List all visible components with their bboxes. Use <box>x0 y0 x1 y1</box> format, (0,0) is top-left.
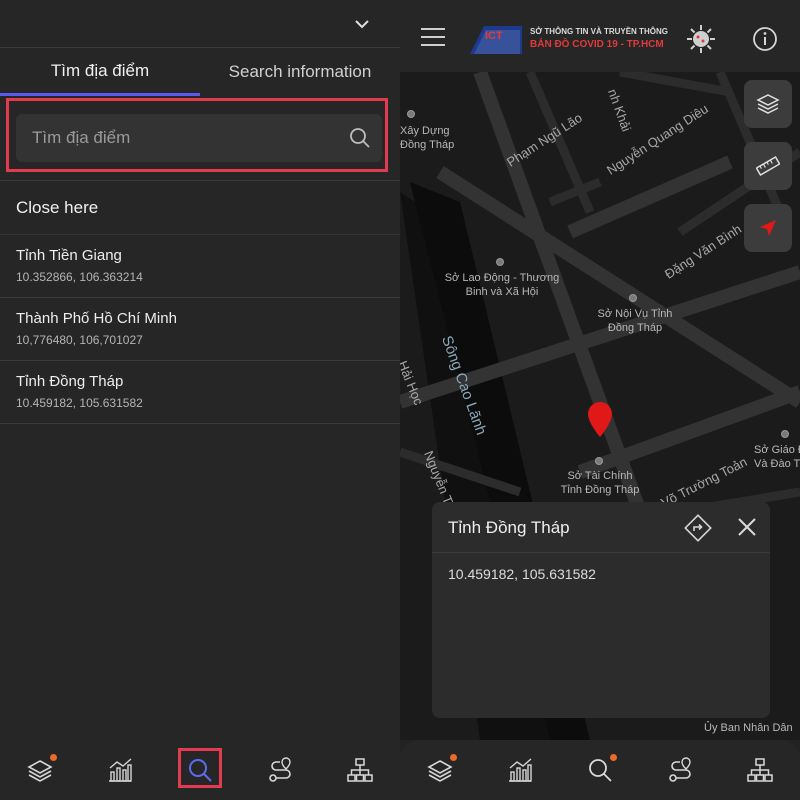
layers-icon <box>756 94 780 114</box>
nav-sitemap-button[interactable] <box>320 740 400 800</box>
nav-sitemap-button[interactable] <box>720 740 800 800</box>
search-tabs: Tìm địa điểm Search information <box>0 48 400 96</box>
search-icon[interactable] <box>348 126 372 150</box>
app-logo: ICT SỞ THÔNG TIN VÀ TRUYỀN THÔNG BẢN ĐỒ … <box>470 20 720 58</box>
location-name: Tỉnh Tiền Giang <box>16 247 122 264</box>
popup-title: Tỉnh Đồng Tháp <box>448 518 570 537</box>
layers-icon <box>27 760 53 782</box>
popup-coords: 10.459182, 105.631582 <box>448 566 596 582</box>
map-panel: ICT SỞ THÔNG TIN VÀ TRUYỀN THÔNG BẢN ĐỒ … <box>400 0 800 800</box>
map-view[interactable]: Xây Dựng Đồng Tháp Sở Lao Động - Thương … <box>400 72 800 740</box>
notification-dot <box>610 754 617 761</box>
poi-label: Xây Dựng Đồng Tháp <box>400 125 455 151</box>
map-layers-button[interactable] <box>744 80 792 128</box>
nav-route-button[interactable] <box>240 740 320 800</box>
info-icon[interactable] <box>752 26 778 52</box>
tab-search-information[interactable]: Search information <box>200 48 400 96</box>
map-measure-button[interactable] <box>744 142 792 190</box>
location-coords: 10.459182, 105.631582 <box>16 396 143 410</box>
chart-icon <box>109 758 132 782</box>
route-icon <box>669 757 691 782</box>
tab-find-place[interactable]: Tìm địa điểm <box>0 48 200 96</box>
hamburger-menu-icon[interactable] <box>420 26 446 48</box>
poi-label: Sở Nội Vụ Tỉnh Đồng Tháp <box>597 308 673 334</box>
popup-divider <box>432 552 770 553</box>
bottom-nav <box>400 740 800 800</box>
virus-icon <box>687 25 715 53</box>
location-pin-icon[interactable] <box>587 402 613 438</box>
route-icon <box>269 757 291 782</box>
search-nav-highlight-box <box>178 748 222 788</box>
panel-collapse-bar[interactable] <box>0 0 400 48</box>
location-name: Thành Phố Hồ Chí Minh <box>16 310 177 327</box>
logo-line-2: BẢN ĐỒ COVID 19 - TP.HCM <box>530 39 664 50</box>
map-locate-button[interactable] <box>744 204 792 252</box>
poi-label: Ủy Ban Nhân Dân <box>704 722 793 734</box>
poi-label: Sở Giáo Đ Và Đào T <box>754 444 800 470</box>
poi-label: Sở Tài Chính Tỉnh Đồng Tháp <box>560 470 640 496</box>
nav-layers-button[interactable] <box>400 740 480 800</box>
close-here-header: Close here <box>0 181 400 235</box>
logo-badge-text: ICT <box>485 30 503 42</box>
directions-icon[interactable] <box>684 514 712 542</box>
poi-marker <box>629 294 637 302</box>
notification-dot <box>50 754 57 761</box>
chart-icon <box>509 758 532 782</box>
search-box <box>16 114 382 162</box>
chevron-down-icon[interactable] <box>352 14 372 34</box>
location-name: Tỉnh Đồng Tháp <box>16 373 124 390</box>
navigation-arrow-icon <box>760 220 776 236</box>
app-header: ICT SỞ THÔNG TIN VÀ TRUYỀN THÔNG BẢN ĐỒ … <box>400 0 800 72</box>
poi-label: Sở Lao Động - Thương Binh và Xã Hội <box>444 272 560 298</box>
list-item[interactable]: Tỉnh Đồng Tháp 10.459182, 105.631582 <box>0 361 400 424</box>
list-item[interactable]: Tỉnh Tiền Giang 10.352866, 106.363214 <box>0 235 400 298</box>
notification-dot <box>450 754 457 761</box>
search-icon <box>589 759 612 782</box>
close-icon[interactable] <box>734 514 760 540</box>
poi-marker <box>781 430 789 438</box>
layers-icon <box>427 760 453 782</box>
nav-search-button[interactable] <box>560 740 640 800</box>
location-list: Close here Tỉnh Tiền Giang 10.352866, 10… <box>0 180 400 424</box>
location-coords: 10.352866, 106.363214 <box>16 270 143 284</box>
poi-marker <box>496 258 504 266</box>
nav-chart-button[interactable] <box>80 740 160 800</box>
location-coords: 10,776480, 106,701027 <box>16 333 143 347</box>
ruler-icon <box>756 156 780 176</box>
location-popup: Tỉnh Đồng Tháp 10.459182, 105.631582 <box>432 502 770 718</box>
nav-chart-button[interactable] <box>480 740 560 800</box>
poi-marker <box>595 457 603 465</box>
nav-layers-button[interactable] <box>0 740 80 800</box>
poi-marker <box>407 110 415 118</box>
sitemap-icon <box>747 758 773 782</box>
nav-route-button[interactable] <box>640 740 720 800</box>
ict-logo-icon: ICT <box>470 26 522 54</box>
sitemap-icon <box>347 758 373 782</box>
search-panel: Tìm địa điểm Search information Close he… <box>0 0 400 800</box>
list-item[interactable]: Thành Phố Hồ Chí Minh 10,776480, 106,701… <box>0 298 400 361</box>
search-input[interactable] <box>16 114 336 162</box>
logo-line-1: SỞ THÔNG TIN VÀ TRUYỀN THÔNG <box>530 27 668 36</box>
